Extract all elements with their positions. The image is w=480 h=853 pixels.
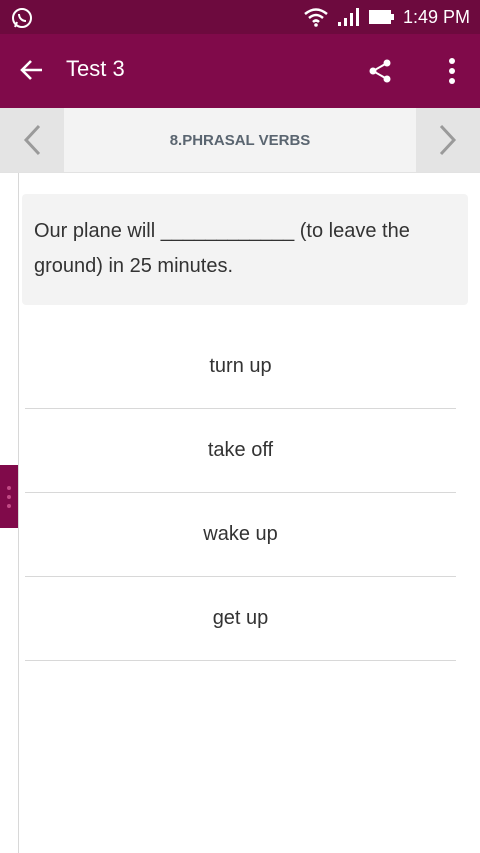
status-time: 1:49 PM	[402, 6, 470, 27]
drag-dot-icon	[7, 494, 11, 499]
answer-option[interactable]: turn up	[25, 325, 456, 409]
signal-icon	[337, 8, 359, 26]
previous-section-button[interactable]	[0, 108, 64, 172]
section-nav: 8.PHRASAL VERBS	[0, 108, 480, 173]
status-icons: 1:49 PM	[303, 4, 470, 30]
more-vert-icon[interactable]	[444, 56, 460, 86]
answer-options: turn up take off wake up get up	[25, 325, 456, 661]
share-icon[interactable]	[368, 58, 392, 84]
battery-icon	[368, 10, 394, 24]
page-title: Test 3	[66, 56, 125, 81]
next-section-button[interactable]	[416, 108, 480, 172]
back-arrow-icon[interactable]	[18, 56, 46, 84]
wifi-icon	[304, 8, 328, 27]
whatsapp-icon	[12, 8, 32, 28]
drag-dot-icon	[7, 503, 11, 508]
question-card: Our plane will ____________ (to leave th…	[22, 194, 468, 305]
chevron-right-icon	[439, 124, 457, 156]
chevron-left-icon	[23, 124, 41, 156]
section-title: 8.PHRASAL VERBS	[169, 131, 311, 149]
answer-option[interactable]: take off	[25, 409, 456, 493]
answer-option[interactable]: wake up	[25, 493, 456, 577]
drawer-handle[interactable]	[0, 465, 18, 528]
app-bar: Test 3	[0, 34, 480, 108]
question-text: Our plane will ____________ (to leave th…	[34, 220, 410, 277]
status-bar: 1:49 PM	[0, 0, 480, 34]
drawer-edge	[18, 173, 19, 853]
answer-option[interactable]: get up	[25, 577, 456, 661]
drag-dot-icon	[7, 485, 11, 490]
